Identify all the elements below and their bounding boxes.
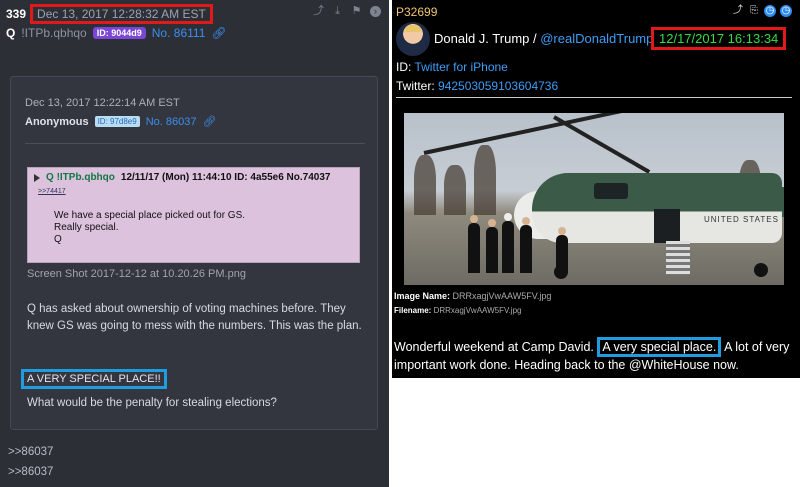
tweet-photo[interactable]: UNITED STATES (404, 113, 784, 285)
filename[interactable]: DRRxagjVwAAW5FV.jpg (434, 306, 522, 315)
screenshot-header: Q !ITPb.qbhqo 12/11/17 (Mon) 11:44:10 ID… (34, 172, 330, 183)
divider (25, 143, 365, 144)
reply-link[interactable]: >>86037 (8, 442, 53, 462)
helicopter-stairs (666, 241, 690, 275)
attached-screenshot[interactable]: Q !ITPb.qbhqo 12/11/17 (Mon) 11:44:10 ID… (27, 167, 360, 263)
image-name[interactable]: DRRxagjVwAAW5FV.jpg (453, 291, 552, 301)
tweet-author: Donald J. Trump / @realDonaldTrump (434, 31, 654, 46)
person (468, 215, 480, 273)
reply-links: >>86037 >>86037 (8, 442, 53, 482)
download-icon[interactable]: ⤓ (332, 6, 343, 17)
clock-icon[interactable]: ◷ (780, 5, 792, 17)
clipboard-icon[interactable]: ⎘ (748, 5, 760, 17)
post-author-row: Q !ITPb.qbhqo ID: 9044d9 No. 86111 🔗︎ (6, 24, 227, 42)
tweet-number-row: Twitter: 942503059103604736 (396, 79, 559, 93)
clock-icon[interactable]: ◷ (764, 5, 776, 17)
rotor-blade (553, 115, 651, 174)
screenshot-reference: >>74417 (38, 188, 66, 195)
helicopter-window (594, 183, 628, 199)
post-timestamp: Dec 13, 2017 12:28:32 AM EST (30, 4, 213, 24)
tweet-id-row: ID: Twitter for iPhone (396, 60, 508, 74)
rotor-blade (423, 113, 777, 155)
helicopter-lettering: UNITED STATES (704, 215, 779, 224)
attachment-filename[interactable]: Screen Shot 2017-12-12 at 10.20.26 PM.pn… (27, 268, 246, 280)
avatar[interactable] (396, 22, 430, 56)
quoted-poster-name: Anonymous (25, 115, 89, 128)
share-icon[interactable]: ⤴ (313, 6, 324, 17)
helicopter-door (654, 209, 680, 243)
tweet-source[interactable]: Twitter for iPhone (414, 60, 507, 74)
link-icon[interactable]: 🔗︎ (202, 115, 216, 128)
filename-row: Filename: DRRxagjVwAAW5FV.jpg (394, 306, 522, 315)
tweet-text: Wonderful weekend at Camp David. A very … (394, 337, 794, 374)
tweet-timestamp: 12/17/2017 16:13:34 (651, 27, 787, 50)
wheel (754, 263, 768, 277)
post-number-link[interactable]: No. 86111 (152, 26, 206, 40)
screenshot-line: Q (54, 234, 62, 245)
reply-link[interactable]: >>86037 (8, 462, 53, 482)
post-number: 339 (6, 7, 27, 21)
twitter-handle[interactable]: @realDonaldTrump (540, 31, 653, 46)
tweet-toolbar: ⤴ ⎘ ◷ ◷ (732, 5, 792, 17)
image-name-row: Image Name: DRRxagjVwAAW5FV.jpg (394, 291, 552, 301)
screenshot-line: Really special. (54, 222, 119, 233)
quoted-id-badge[interactable]: ID: 97d8e9 (94, 116, 140, 127)
screenshot-trip: !ITPb.qbhqo (56, 172, 115, 183)
tripcode: !ITPb.qbhqo (21, 26, 87, 40)
triangle-icon (34, 173, 40, 182)
quoted-timestamp: Dec 13, 2017 12:22:14 AM EST (25, 97, 180, 109)
screenshot-name: Q (46, 172, 54, 183)
divider (396, 97, 792, 98)
highlighted-phrase: A VERY SPECIAL PLACE!! (21, 369, 167, 389)
person (486, 219, 498, 273)
share-icon[interactable]: ⤴ (732, 5, 744, 17)
tweet-panel: P32699 ⤴ ⎘ ◷ ◷ Donald J. Trump / @realDo… (392, 0, 800, 378)
person (520, 217, 532, 273)
link-icon[interactable]: 🔗︎ (211, 26, 226, 40)
bookmark-icon[interactable]: ⚑ (351, 6, 362, 17)
quoted-post: Dec 13, 2017 12:22:14 AM EST Anonymous I… (10, 76, 378, 430)
tree (414, 155, 436, 215)
tweet-number-link[interactable]: 942503059103604736 (438, 79, 558, 93)
post-header: 339 Dec 13, 2017 12:28:32 AM EST (6, 4, 213, 24)
tree (474, 145, 496, 215)
tweet-post-id: P32699 (396, 5, 438, 19)
tree (444, 165, 466, 215)
person (502, 213, 514, 273)
display-name: Donald J. Trump (434, 31, 530, 46)
post-toolbar: ⤴ ⤓ ⚑ › (313, 6, 381, 17)
screenshot-meta: 12/11/17 (Mon) 11:44:10 ID: 4a55e6 No.74… (120, 172, 331, 183)
highlighted-phrase: A very special place. (597, 337, 722, 357)
person (556, 227, 568, 273)
next-icon[interactable]: › (370, 6, 381, 17)
quoted-question: What would be the penalty for stealing e… (27, 397, 277, 409)
quoted-body: Q has asked about ownership of voting ma… (27, 303, 362, 332)
poster-id-badge[interactable]: ID: 9044d9 (92, 27, 146, 39)
quoted-post-link[interactable]: No. 86037 (146, 116, 197, 128)
screenshot-body: We have a special place picked out for G… (54, 210, 245, 246)
quoted-author-row: Anonymous ID: 97d8e9 No. 86037 🔗︎ (25, 115, 216, 129)
screenshot-line: We have a special place picked out for G… (54, 210, 246, 221)
q-post-panel: 339 Dec 13, 2017 12:28:32 AM EST ⤴ ⤓ ⚑ ›… (0, 0, 389, 487)
poster-name: Q (6, 26, 16, 40)
